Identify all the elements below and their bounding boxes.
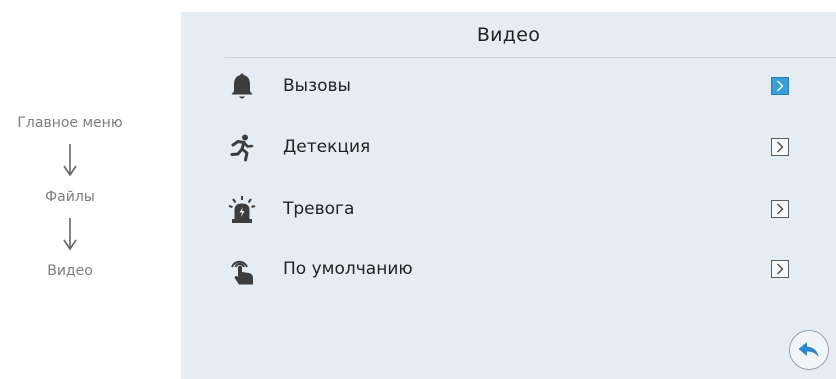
breadcrumb-item-main-menu: Главное меню xyxy=(17,115,123,131)
back-button[interactable] xyxy=(789,330,829,370)
menu-item-label: Вызовы xyxy=(283,76,351,96)
arrow-down-icon xyxy=(63,218,77,251)
menu-item-default[interactable]: По умолчанию xyxy=(181,242,836,298)
chevron-right-button[interactable] xyxy=(771,260,789,278)
menu-item-detection[interactable]: Детекция xyxy=(181,120,836,176)
page-title: Видео xyxy=(476,24,541,46)
hand-tap-icon xyxy=(231,260,253,285)
alarm-siren-icon xyxy=(228,196,256,223)
breadcrumb-item-files: Файлы xyxy=(45,189,95,205)
breadcrumb: Главное меню Файлы Видео xyxy=(0,0,140,379)
chevron-right-icon xyxy=(777,263,784,275)
menu-item-label: По умолчанию xyxy=(283,259,413,279)
chevron-right-button[interactable] xyxy=(771,77,789,95)
arrow-down-icon xyxy=(63,144,77,177)
menu-item-alarm[interactable]: Тревога xyxy=(181,182,836,238)
menu-item-label: Детекция xyxy=(283,137,371,157)
breadcrumb-item-video: Видео xyxy=(47,263,93,279)
title-divider xyxy=(225,57,836,58)
chevron-right-icon xyxy=(777,80,784,92)
menu-item-calls[interactable]: Вызовы xyxy=(181,59,836,115)
chevron-right-icon xyxy=(777,141,784,153)
running-person-icon xyxy=(230,134,254,162)
bell-icon xyxy=(231,73,253,99)
chevron-right-button[interactable] xyxy=(771,200,789,218)
chevron-right-icon xyxy=(777,203,784,215)
back-arrow-icon xyxy=(798,342,819,357)
menu-item-label: Тревога xyxy=(283,199,355,219)
chevron-right-button[interactable] xyxy=(771,138,789,156)
video-settings-panel: Видео Вызовы Детекция Тревога По умолчан… xyxy=(181,12,836,379)
